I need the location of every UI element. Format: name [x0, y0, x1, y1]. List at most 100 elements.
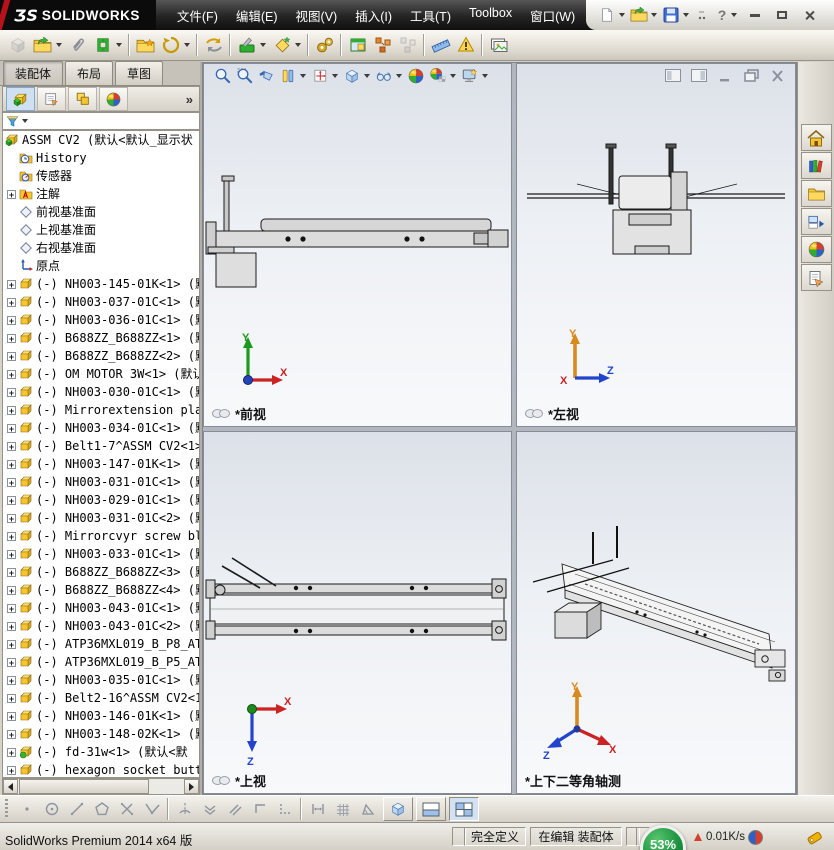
expander-icon[interactable]: +: [7, 189, 16, 199]
home-tab[interactable]: [800, 124, 832, 151]
explode-line-sketch-icon[interactable]: [396, 34, 419, 57]
expander-icon[interactable]: +: [7, 495, 16, 505]
line-tool-icon[interactable]: [64, 798, 89, 820]
design-library-tab[interactable]: [800, 152, 832, 179]
view-orientation-icon[interactable]: [309, 65, 331, 86]
section-view-icon[interactable]: [277, 65, 299, 86]
expander-icon[interactable]: +: [7, 297, 16, 307]
single-view-button[interactable]: [383, 797, 413, 821]
expander-icon[interactable]: [7, 262, 16, 271]
dropdown-caret[interactable]: [184, 43, 190, 47]
insert-components-icon[interactable]: [6, 34, 29, 57]
tree-item[interactable]: 前视基准面: [3, 203, 199, 221]
attachments-icon[interactable]: [66, 34, 89, 57]
tree-item[interactable]: + (-) ATP36MXL019_B_P5_AT: [3, 653, 199, 671]
close-button[interactable]: [797, 5, 821, 25]
menu-file[interactable]: 文件(F): [168, 0, 227, 32]
tree-item[interactable]: + (-) B688ZZ_B688ZZ<4> (默: [3, 581, 199, 599]
tree-item[interactable]: + (-) NH003-029-01C<1> (默: [3, 491, 199, 509]
close-document-button[interactable]: [768, 68, 786, 83]
dropdown-caret[interactable]: [56, 43, 62, 47]
feature-manager-tree-icon[interactable]: [6, 87, 35, 111]
tree-item[interactable]: + (-) NH003-145-01K<1> (默: [3, 275, 199, 293]
swap-components-icon[interactable]: [202, 34, 225, 57]
tab-assembly[interactable]: 装配体: [3, 61, 64, 85]
viewport-front[interactable]: Y X *前视: [203, 63, 512, 427]
expander-icon[interactable]: +: [7, 423, 16, 433]
tree-item[interactable]: + (-) NH003-043-01C<2> (默: [3, 617, 199, 635]
dropdown-caret[interactable]: [300, 73, 306, 78]
toolbar-grip[interactable]: [5, 799, 8, 819]
expander-icon[interactable]: +: [7, 477, 16, 487]
tree-item[interactable]: 上视基准面: [3, 221, 199, 239]
tree-item[interactable]: + (-) Mirrorcvyr screw bl: [3, 527, 199, 545]
tree-item[interactable]: + (-) NH003-033-01C<1> (默: [3, 545, 199, 563]
dropdown-caret[interactable]: [396, 73, 402, 78]
expander-icon[interactable]: +: [7, 351, 16, 361]
scroll-right-button[interactable]: [184, 779, 199, 794]
expander-icon[interactable]: +: [7, 765, 16, 775]
expander-icon[interactable]: +: [7, 369, 16, 379]
new-window-icon[interactable]: [346, 34, 369, 57]
rotate-component-icon[interactable]: [159, 34, 182, 57]
tree-item[interactable]: History: [3, 149, 199, 167]
view-settings-icon[interactable]: [459, 65, 481, 86]
save-button[interactable]: [660, 4, 682, 26]
help-button[interactable]: ?: [714, 4, 730, 26]
open-part-icon[interactable]: [31, 34, 54, 57]
network-status-icon[interactable]: [748, 830, 763, 845]
new-document-button[interactable]: [596, 4, 618, 26]
screen-capture-icon[interactable]: [487, 34, 510, 57]
open-document-button[interactable]: [628, 4, 650, 26]
tree-item[interactable]: + 注解: [3, 185, 199, 203]
expander-icon[interactable]: [7, 172, 16, 181]
display-manager-icon[interactable]: [99, 87, 128, 111]
reference-geometry-icon[interactable]: [270, 34, 293, 57]
expander-icon[interactable]: +: [7, 405, 16, 415]
tree-item[interactable]: + (-) NH003-035-01C<1> (默: [3, 671, 199, 689]
expander-icon[interactable]: [7, 244, 16, 253]
edit-appearance-icon[interactable]: [405, 65, 427, 86]
zoom-to-fit-icon[interactable]: [211, 65, 233, 86]
assembly-features-icon[interactable]: [235, 34, 258, 57]
tree-item[interactable]: + (-) NH003-043-01C<1> (默: [3, 599, 199, 617]
expander-icon[interactable]: +: [7, 693, 16, 703]
tree-item[interactable]: + (-) NH003-031-01C<2> (默: [3, 509, 199, 527]
polygon-tool-icon[interactable]: [89, 798, 114, 820]
viewport-top[interactable]: X Z *上视: [203, 431, 512, 794]
tree-item[interactable]: + (-) B688ZZ_B688ZZ<3> (默: [3, 563, 199, 581]
tab-layout[interactable]: 布局: [65, 61, 114, 85]
tab-sketch[interactable]: 草图: [115, 61, 164, 85]
tree-item[interactable]: + (-) NH003-146-01K<1> (默: [3, 707, 199, 725]
zoom-to-area-icon[interactable]: [233, 65, 255, 86]
viewport-left[interactable]: Y X Z *左视: [516, 63, 796, 427]
dropdown-caret[interactable]: [116, 43, 122, 47]
expander-icon[interactable]: +: [7, 279, 16, 289]
dropdown-caret[interactable]: [260, 43, 266, 47]
dropdown-caret[interactable]: [364, 73, 370, 78]
restore-button[interactable]: [770, 5, 794, 25]
restore-document-button[interactable]: [742, 68, 760, 83]
parallel-tool-icon[interactable]: [222, 798, 247, 820]
previous-view-icon[interactable]: [255, 65, 277, 86]
offset-tool-icon[interactable]: [197, 798, 222, 820]
tree-item[interactable]: + (-) OM MOTOR 3W<1> (默认: [3, 365, 199, 383]
hide-show-items-icon[interactable]: [373, 65, 395, 86]
smart-fasteners-icon[interactable]: [134, 34, 157, 57]
expander-icon[interactable]: +: [7, 459, 16, 469]
menu-toolbox[interactable]: Toolbox: [460, 0, 521, 32]
apply-scene-icon[interactable]: [427, 65, 449, 86]
tree-item[interactable]: + (-) Belt1-7^ASSM CV2<1>: [3, 437, 199, 455]
expander-icon[interactable]: +: [7, 531, 16, 541]
expander-icon[interactable]: +: [7, 675, 16, 685]
tree-item-assembly-root[interactable]: ASSM CV2 (默认<默认_显示状: [3, 131, 199, 149]
minimize-document-button[interactable]: [716, 68, 734, 83]
tree-item[interactable]: + (-) B688ZZ_B688ZZ<1> (默: [3, 329, 199, 347]
point-tool-icon[interactable]: [14, 798, 39, 820]
tree-item[interactable]: 右视基准面: [3, 239, 199, 257]
scroll-left-button[interactable]: [3, 779, 18, 794]
expander-icon[interactable]: +: [7, 387, 16, 397]
tree-item[interactable]: + (-) NH003-034-01C<1> (默: [3, 419, 199, 437]
tree-item[interactable]: + (-) Belt2-16^ASSM CV2<1: [3, 689, 199, 707]
tree-filter[interactable]: [2, 112, 200, 130]
